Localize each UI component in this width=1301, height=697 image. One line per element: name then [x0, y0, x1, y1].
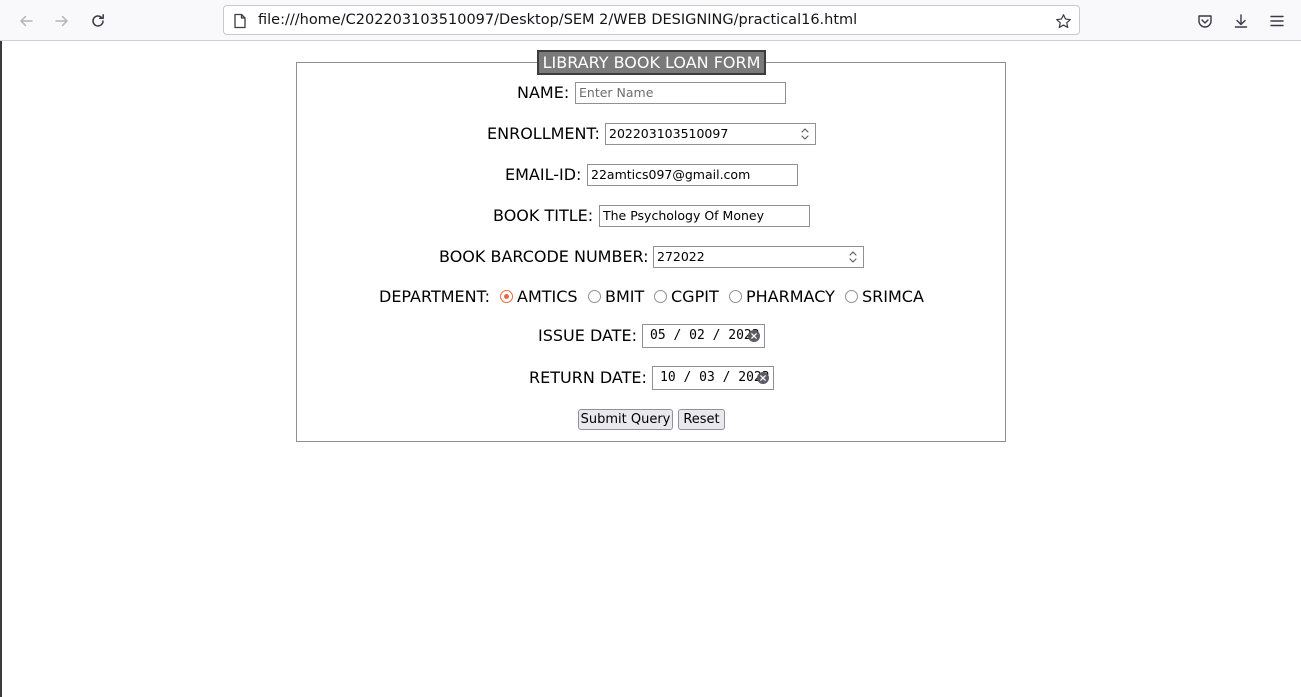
radio-pharmacy[interactable] [729, 290, 742, 303]
hamburger-menu-icon [1270, 15, 1284, 27]
radio-amtics[interactable] [500, 290, 513, 303]
bookmark-star-icon[interactable] [1053, 11, 1073, 31]
spinner-arrows-icon [849, 251, 857, 263]
return-date-value: 10 / 03 / 2023 [660, 370, 770, 385]
book-title-label: BOOK TITLE: [493, 206, 594, 225]
name-label: NAME: [517, 83, 570, 102]
pocket-icon [1198, 15, 1212, 28]
browser-toolbar: file:///home/C202203103510097/Desktop/SE… [0, 0, 1301, 41]
download-icon [1234, 14, 1248, 28]
barcode-value: 272022 [657, 249, 705, 264]
enrollment-label: ENROLLMENT: [487, 124, 600, 143]
page-icon [234, 13, 246, 29]
return-date-input[interactable]: 10 / 03 / 2023 [652, 366, 774, 390]
return-date-label: RETURN DATE: [529, 368, 647, 387]
forward-arrow-icon [55, 15, 68, 27]
clear-date-icon[interactable] [748, 330, 760, 342]
address-bar[interactable]: file:///home/C202203103510097/Desktop/SE… [223, 5, 1080, 35]
issue-date-value: 05 / 02 / 2023 [650, 328, 760, 343]
downloads-button[interactable] [1227, 7, 1255, 35]
reset-button[interactable]: Reset [678, 409, 725, 430]
radio-amtics-label[interactable]: AMTICS [517, 287, 578, 307]
department-label: DEPARTMENT: [379, 287, 491, 306]
radio-srimca[interactable] [845, 290, 858, 303]
spinner-arrows-icon [801, 128, 809, 140]
back-arrow-icon [20, 15, 33, 27]
book-title-input[interactable]: The Psychology Of Money [599, 205, 810, 227]
form-legend: LIBRARY BOOK LOAN FORM [537, 50, 766, 75]
reload-icon [92, 14, 104, 27]
radio-cgpit[interactable] [654, 290, 667, 303]
radio-bmit[interactable] [588, 290, 601, 303]
radio-pharmacy-label[interactable]: PHARMACY [746, 287, 835, 307]
barcode-label: BOOK BARCODE NUMBER: [439, 247, 649, 266]
issue-date-label: ISSUE DATE: [538, 326, 637, 345]
email-input[interactable]: 22amtics097@gmail.com [587, 164, 798, 186]
menu-button[interactable] [1263, 7, 1291, 35]
enrollment-input[interactable]: 202203103510097 [605, 123, 816, 145]
clear-date-icon[interactable] [757, 372, 769, 384]
barcode-spinner[interactable] [844, 248, 862, 266]
barcode-input[interactable]: 272022 [653, 246, 864, 268]
window-edge [0, 41, 2, 697]
email-label: EMAIL-ID: [505, 165, 582, 184]
radio-srimca-label[interactable]: SRIMCA [862, 287, 924, 307]
enrollment-value: 202203103510097 [609, 126, 729, 141]
url-text: file:///home/C202203103510097/Desktop/SE… [258, 12, 858, 28]
submit-button[interactable]: Submit Query [578, 409, 673, 430]
book-title-value: The Psychology Of Money [603, 208, 764, 223]
name-placeholder: Enter Name [579, 85, 654, 100]
email-value: 22amtics097@gmail.com [591, 167, 751, 182]
radio-bmit-label[interactable]: BMIT [605, 287, 644, 307]
forward-button[interactable] [48, 7, 76, 35]
back-button[interactable] [12, 7, 40, 35]
loan-form-fieldset [296, 62, 1006, 442]
issue-date-input[interactable]: 05 / 02 / 2023 [642, 324, 765, 348]
reload-button[interactable] [84, 7, 112, 35]
enrollment-spinner[interactable] [796, 125, 814, 143]
radio-cgpit-label[interactable]: CGPIT [671, 287, 719, 307]
pocket-button[interactable] [1191, 7, 1219, 35]
name-input[interactable]: Enter Name [575, 82, 786, 104]
